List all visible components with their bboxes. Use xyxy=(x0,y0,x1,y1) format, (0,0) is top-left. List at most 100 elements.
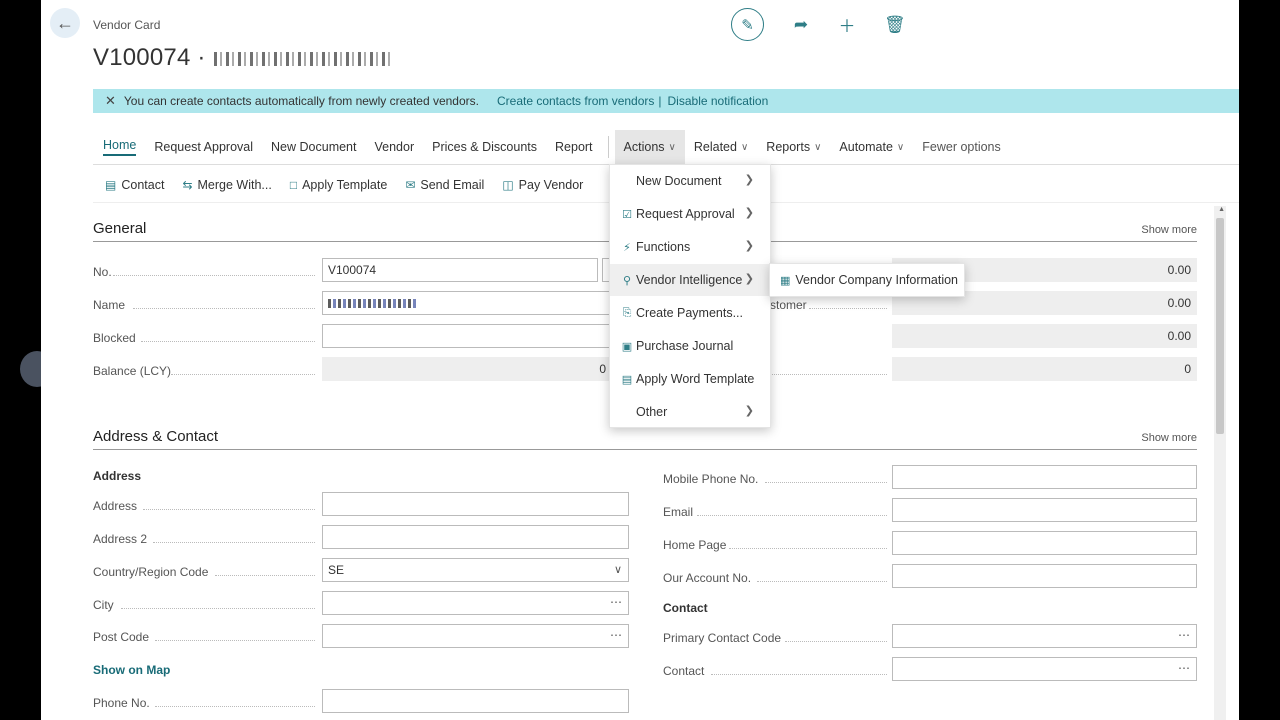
dots-leader xyxy=(155,705,315,707)
city-input[interactable]: ⋯ xyxy=(322,591,629,615)
country-region-select[interactable]: SE ∨ xyxy=(322,558,629,582)
primary-contact-code-input[interactable]: ⋯ xyxy=(892,624,1197,648)
general-show-more-link[interactable]: Show more xyxy=(1141,224,1197,236)
city-label: City xyxy=(93,598,114,612)
address-2-input[interactable] xyxy=(322,525,629,549)
tab-home[interactable]: Home xyxy=(93,130,145,164)
menu-automate-label: Automate xyxy=(839,140,893,154)
address-contact-section-title[interactable]: Address & Contact xyxy=(93,428,218,445)
country-region-value: SE xyxy=(328,563,345,577)
menu-reports[interactable]: Reports ∨ xyxy=(757,130,830,164)
scroll-up-icon[interactable]: ▲ xyxy=(1218,206,1225,213)
contact-group-heading: Contact xyxy=(663,601,708,615)
back-button[interactable]: ← xyxy=(50,8,80,38)
dots-leader xyxy=(215,574,315,576)
address-contact-divider xyxy=(93,449,1197,450)
fewer-options-button[interactable]: Fewer options xyxy=(913,130,1010,164)
close-icon[interactable]: ✕ xyxy=(105,93,116,109)
email-icon: ✉ xyxy=(405,178,416,192)
tab-request-approval[interactable]: Request Approval xyxy=(145,130,262,164)
ellipsis-icon[interactable]: ⋯ xyxy=(610,595,622,609)
tab-home-label: Home xyxy=(103,138,137,156)
mobile-phone-input[interactable] xyxy=(892,465,1197,489)
tab-report[interactable]: Report xyxy=(546,130,602,164)
dots-leader xyxy=(141,340,315,342)
balance-lcy-value[interactable]: 0 xyxy=(322,357,612,381)
phone-no-input[interactable] xyxy=(322,689,629,713)
menu-divider xyxy=(607,136,609,158)
page-caption: Vendor Card xyxy=(93,18,161,32)
name-field[interactable] xyxy=(322,291,612,315)
menu-item-create-payments[interactable]: ⎘ Create Payments... xyxy=(610,297,770,329)
no-field[interactable]: V100074 xyxy=(322,258,598,282)
scrollbar-thumb[interactable] xyxy=(1216,218,1224,434)
page-title: V100074 · xyxy=(93,44,392,72)
menu-item-functions[interactable]: ⚡ Functions ❯ xyxy=(610,231,770,263)
chevron-right-icon: ❯ xyxy=(744,405,754,417)
dots-leader xyxy=(809,307,887,309)
address-input[interactable] xyxy=(322,492,629,516)
dots-leader xyxy=(711,673,887,675)
home-page-input[interactable] xyxy=(892,531,1197,555)
show-on-map-link[interactable]: Show on Map xyxy=(93,663,170,677)
redacted-vendor-name xyxy=(213,51,392,66)
redacted-name-value xyxy=(328,298,418,308)
menu-related-label: Related xyxy=(693,140,737,154)
blocked-label: Blocked xyxy=(93,331,136,345)
menu-automate[interactable]: Automate ∨ xyxy=(830,130,913,164)
menu-item-purchase-journal-label: Purchase Journal xyxy=(636,339,734,353)
notification-bar: ✕ You can create contacts automatically … xyxy=(93,89,1239,113)
notification-separator: | xyxy=(658,94,662,108)
post-code-input[interactable]: ⋯ xyxy=(322,624,629,648)
menu-item-vendor-intelligence[interactable]: ⚲ Vendor Intelligence ❯ xyxy=(610,264,770,296)
ellipsis-icon[interactable]: ⋯ xyxy=(1178,661,1190,675)
menu-related[interactable]: Related ∨ xyxy=(685,130,757,164)
merge-with-action[interactable]: ⇆ Merge With... xyxy=(182,178,271,192)
menu-item-purchase-journal[interactable]: ▣ Purchase Journal xyxy=(610,330,770,362)
apply-template-action[interactable]: □ Apply Template xyxy=(290,178,388,192)
chevron-right-icon: ❯ xyxy=(744,207,754,219)
lightning-icon: ⚡ xyxy=(623,241,631,254)
our-account-no-input[interactable] xyxy=(892,564,1197,588)
menu-item-new-document-label: New Document xyxy=(636,174,722,188)
right-amount-4[interactable]: 0 xyxy=(892,357,1197,381)
menu-item-new-document[interactable]: New Document ❯ xyxy=(610,165,770,197)
chevron-down-icon: ∨ xyxy=(814,141,822,153)
dots-leader xyxy=(121,607,315,609)
menu-actions[interactable]: Actions ∨ xyxy=(614,130,685,164)
menu-item-other[interactable]: Other ❯ xyxy=(610,396,770,428)
menu-item-apply-word-template[interactable]: ▤ Apply Word Template xyxy=(610,363,770,395)
new-button[interactable]: ＋ xyxy=(838,12,856,37)
right-amount-3[interactable]: 0.00 xyxy=(892,324,1197,348)
contact-card-icon: ▤ xyxy=(105,178,117,192)
email-input[interactable] xyxy=(892,498,1197,522)
send-email-action[interactable]: ✉ Send Email xyxy=(405,178,484,192)
tab-new-document[interactable]: New Document xyxy=(262,130,365,164)
country-region-label: Country/Region Code xyxy=(93,565,209,579)
edit-button[interactable]: ✎ xyxy=(731,8,764,41)
intelligence-icon: ⚲ xyxy=(622,274,632,287)
tab-prices-discounts[interactable]: Prices & Discounts xyxy=(423,130,546,164)
address-show-more-link[interactable]: Show more xyxy=(1141,432,1197,444)
tab-vendor[interactable]: Vendor xyxy=(365,130,423,164)
contact-action[interactable]: ▤ Contact xyxy=(105,178,164,192)
menu-item-create-payments-label: Create Payments... xyxy=(636,306,743,320)
pay-vendor-action[interactable]: ◫ Pay Vendor xyxy=(502,178,583,192)
pay-vendor-label: Pay Vendor xyxy=(518,178,584,192)
contact-input[interactable]: ⋯ xyxy=(892,657,1197,681)
apply-template-label: Apply Template xyxy=(302,178,388,192)
delete-button[interactable]: 🗑 xyxy=(884,15,906,35)
menu-item-apply-word-template-label: Apply Word Template xyxy=(636,372,755,386)
menu-reports-label: Reports xyxy=(766,140,811,154)
disable-notification-link[interactable]: Disable notification xyxy=(668,94,769,108)
menu-item-request-approval[interactable]: ☑ Request Approval ❯ xyxy=(610,198,770,230)
menu-item-request-approval-label: Request Approval xyxy=(636,207,735,221)
share-button[interactable]: ➦ xyxy=(792,15,810,35)
general-section-title[interactable]: General xyxy=(93,220,146,237)
blocked-select[interactable] xyxy=(322,324,612,348)
ellipsis-icon[interactable]: ⋯ xyxy=(1178,628,1190,642)
ellipsis-icon[interactable]: ⋯ xyxy=(610,628,622,642)
menu-item-vendor-company-information[interactable]: Vendor Company Information xyxy=(795,273,958,287)
create-contacts-link[interactable]: Create contacts from vendors xyxy=(497,94,654,108)
share-icon: ➦ xyxy=(793,14,809,34)
